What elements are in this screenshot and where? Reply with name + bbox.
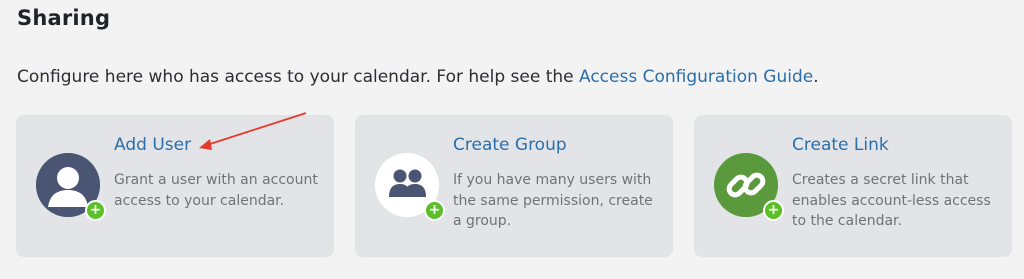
create-group-card[interactable]: + Create Group If you have many users wi… [355,115,673,257]
create-group-icon-wrap: + [375,153,445,221]
plus-badge-icon: + [763,200,784,221]
intro-text: Configure here who has access to your ca… [17,67,819,87]
intro-suffix: . [813,67,819,87]
intro-sentence: Configure here who has access to your ca… [17,67,579,87]
create-link-icon-wrap: + [714,153,784,221]
create-link-description: Creates a secret link that enables accou… [792,172,991,229]
create-link-card[interactable]: + Create Link Creates a secret link that… [694,115,1012,257]
create-link-title[interactable]: Create Link [792,135,889,155]
create-group-title[interactable]: Create Group [453,135,567,155]
add-user-icon-wrap: + [36,153,106,221]
page-title: Sharing [17,6,111,30]
add-user-title[interactable]: Add User [114,135,191,155]
plus-badge-icon: + [424,200,445,221]
add-user-description: Grant a user with an account access to y… [114,172,318,209]
access-configuration-guide-link[interactable]: Access Configuration Guide [579,67,813,87]
create-group-description: If you have many users with the same per… [453,172,653,229]
plus-badge-icon: + [85,200,106,221]
add-user-card[interactable]: + Add User Grant a user with an account … [16,115,334,257]
